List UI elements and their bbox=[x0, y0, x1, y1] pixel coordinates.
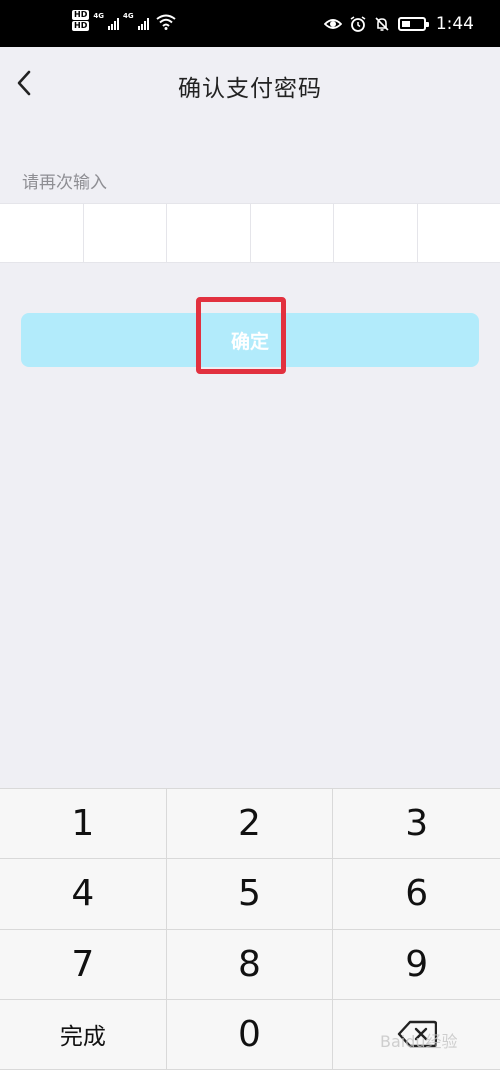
status-bar: HD HD 4G 4G 1:44 bbox=[0, 0, 500, 47]
status-time: 1:44 bbox=[435, 14, 474, 34]
pin-digit-cell[interactable] bbox=[418, 204, 500, 262]
key-4[interactable]: 4 bbox=[0, 859, 167, 930]
page-title: 确认支付密码 bbox=[178, 76, 322, 102]
key-8[interactable]: 8 bbox=[166, 929, 334, 1000]
battery-level bbox=[401, 21, 410, 27]
key-6[interactable]: 6 bbox=[333, 859, 500, 930]
alarm-icon bbox=[350, 16, 366, 32]
signal-icon bbox=[107, 16, 119, 30]
input-prompt: 请再次输入 bbox=[22, 173, 107, 193]
sim1-hd-badge: HD bbox=[72, 10, 90, 20]
pin-digit-cell[interactable] bbox=[167, 204, 251, 262]
key-1[interactable]: 1 bbox=[0, 789, 167, 860]
pin-digit-cell[interactable] bbox=[334, 204, 418, 262]
network-type-1: 4G bbox=[93, 12, 104, 20]
watermark-text: Baidu经验 bbox=[380, 1032, 458, 1051]
nav-bar: 确认支付密码 bbox=[0, 47, 500, 119]
key-7[interactable]: 7 bbox=[0, 929, 167, 1000]
key-0[interactable]: 0 bbox=[166, 999, 334, 1070]
pin-input[interactable] bbox=[0, 203, 500, 263]
pin-digit-cell[interactable] bbox=[251, 204, 334, 262]
eye-icon bbox=[323, 19, 342, 29]
highlight-annotation bbox=[196, 297, 286, 374]
key-5[interactable]: 5 bbox=[166, 859, 334, 930]
wifi-icon bbox=[155, 14, 176, 30]
pin-digit-cell[interactable] bbox=[84, 204, 167, 262]
sim2-hd-badge: HD bbox=[72, 21, 90, 31]
baidu-watermark: Baidu经验 bbox=[380, 1028, 458, 1052]
done-key[interactable]: 完成 bbox=[0, 999, 167, 1070]
key-2[interactable]: 2 bbox=[166, 789, 334, 860]
pin-digit-cell[interactable] bbox=[0, 204, 84, 262]
key-9[interactable]: 9 bbox=[333, 930, 500, 1000]
status-bar-right: 1:44 bbox=[323, 14, 474, 34]
network-type-2: 4G bbox=[122, 12, 134, 20]
key-3[interactable]: 3 bbox=[333, 789, 500, 860]
hd-badges: HD HD bbox=[72, 10, 90, 31]
bell-muted-icon bbox=[375, 17, 389, 31]
status-bar-left: HD HD 4G 4G bbox=[72, 10, 176, 31]
signal-icon-2 bbox=[137, 16, 149, 30]
battery-icon bbox=[397, 17, 429, 31]
